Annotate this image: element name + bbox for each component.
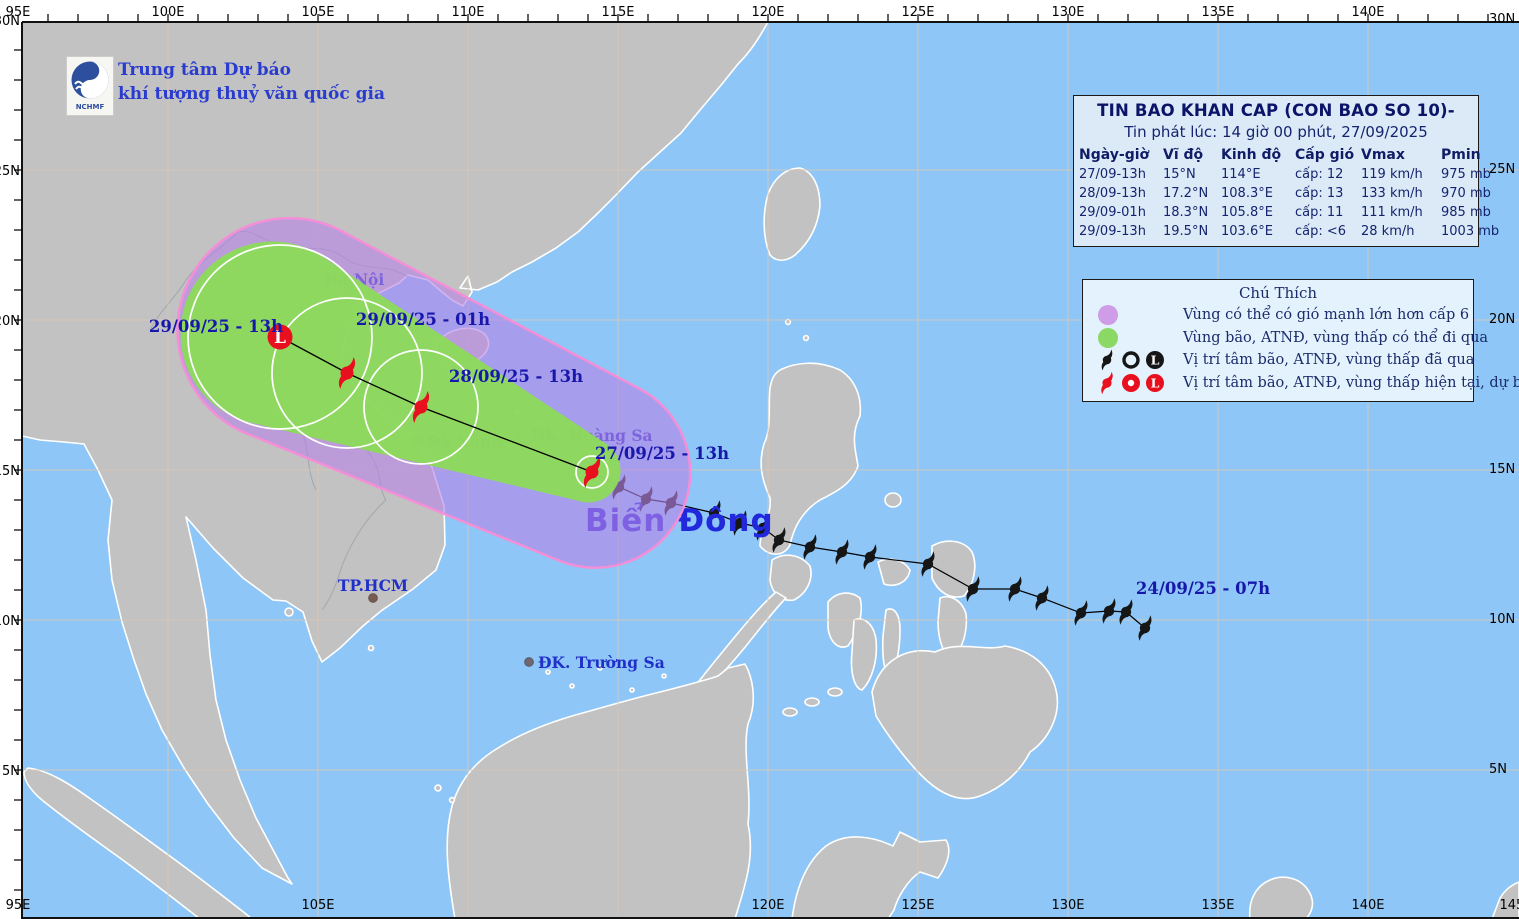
axis-label: 30N [0,14,20,29]
axis-label: 20N [0,314,20,329]
axis-label: 25N [1489,162,1515,177]
island-natuna-2 [450,798,455,803]
axis-label: 130E [1051,898,1084,913]
svg-text:NCHMF: NCHMF [76,103,105,111]
landmass-sulu-2 [805,698,819,706]
axis-label: 10N [1489,612,1515,627]
landmass-sulu-3 [828,688,842,696]
legend-item-pass-zone: Vùng bão, ATNĐ, vùng thấp có thể đi qua [1083,327,1473,350]
city-label: ĐK. Trường Sa [538,653,665,672]
legend-item-past-positions: L Vị trí tâm bão, ATNĐ, vùng thấp đã qua [1083,349,1473,372]
storm-table-col: Pmin [1441,147,1489,163]
axis-label: 100E [151,5,184,20]
axis-label: 110E [451,5,484,20]
axis-label: 120E [751,5,784,20]
legend-item-current-positions: L Vị trí tâm bão, ATNĐ, vùng thấp hiện t… [1083,372,1473,395]
current-markers-icon: L [1095,370,1169,396]
island-phu-quoc [285,608,293,616]
axis-label: 135E [1201,5,1234,20]
storm-bulletin-box: TIN BAO KHAN CAP (CON BAO SO 10)- Tin ph… [1073,95,1479,247]
axis-label: 20N [1489,312,1515,327]
axis-label: 10N [0,614,20,629]
storm-table-row: 28/09-13h17.2°N108.3°Ecấp: 13133 km/h970… [1074,186,1478,201]
agency-title-line2: khí tượng thuỷ văn quốc gia [118,82,385,106]
axis-label: 15N [1489,462,1515,477]
legend-title: Chú Thích [1083,284,1473,302]
landmass-catanduanes [885,493,901,507]
svg-text:L: L [1151,353,1160,368]
axis-label: 115E [601,5,634,20]
date-label: 29/09/25 - 01h [356,310,490,329]
storm-table-col: Ngày-giờ [1079,147,1161,163]
axis-label: 145E [1499,898,1519,913]
green-zone-icon [1095,327,1121,349]
island-natuna-1 [435,785,441,791]
date-label: 27/09/25 - 13h [595,444,729,463]
island-spratly-2 [570,684,574,688]
axis-label: 120E [751,898,784,913]
city-label: TP.HCM [338,576,408,595]
storm-table-header: Ngày-giờVĩ độKinh độCấp gióVmaxPmin [1074,147,1478,163]
agency-title-line1: Trung tâm Dự báo [118,58,385,82]
axis-label: 105E [301,5,334,20]
axis-label: 5N [1489,762,1507,777]
date-label: 28/09/25 - 13h [449,367,583,386]
past-markers-icon: L [1095,348,1169,372]
axis-label: 125E [901,898,934,913]
storm-table-col: Vmax [1361,147,1439,163]
agency-title: Trung tâm Dự báo khí tượng thuỷ văn quốc… [118,58,385,106]
date-label: 24/09/25 - 07h [1136,579,1270,598]
island-spratly-5 [662,674,666,678]
island-babuyan-2 [804,336,809,341]
storm-table-row: 29/09-01h18.3°N105.8°Ecấp: 11111 km/h985… [1074,205,1478,220]
axis-label: 5N [2,764,20,779]
purple-zone-icon [1095,304,1121,326]
island-spratly-4 [630,688,634,692]
typhoon-forecast-screen: Hà NộiĐà NẵngTP.HCMĐK. Hoàng SaĐK. Trườn… [0,0,1519,919]
landmass-sulu-1 [783,708,797,716]
storm-table-col: Kinh độ [1221,147,1293,163]
date-label: 29/09/25 - 13h [149,317,283,336]
storm-table: 27/09-13h15°N114°Ecấp: 12119 km/h975 mb 2… [1074,167,1478,239]
nchmf-logo: NCHMF [66,56,114,116]
svg-text:L: L [1151,375,1160,390]
axis-label: 140E [1351,898,1384,913]
axis-label: 130E [1051,5,1084,20]
nchmf-logo-graphic: NCHMF [67,57,113,115]
axis-label: 30N [1489,12,1515,27]
island-con-dao [369,646,374,651]
city-dot [525,658,534,667]
axis-label: 125E [901,5,934,20]
storm-table-col: Vĩ độ [1163,147,1219,163]
axis-label: 95E [6,898,31,913]
axis-label: 140E [1351,5,1384,20]
axis-label: 25N [0,164,20,179]
bulletin-title: TIN BAO KHAN CAP (CON BAO SO 10)- [1074,101,1478,120]
axis-label: 15N [0,464,20,479]
legend-box: Chú Thích Vùng có thể có gió mạnh lớn hơ… [1082,279,1474,402]
axis-label: 135E [1201,898,1234,913]
storm-table-row: 27/09-13h15°N114°Ecấp: 12119 km/h975 mb [1074,167,1478,182]
storm-table-col: Cấp gió [1295,147,1359,163]
bulletin-issued-time: Tin phát lúc: 14 giờ 00 phút, 27/09/2025 [1074,123,1478,141]
legend-item-wind-zone: Vùng có thể có gió mạnh lớn hơn cấp 6 [1083,304,1473,327]
axis-label: 105E [301,898,334,913]
storm-table-row: 29/09-13h19.5°N103.6°Ecấp: <628 km/h1003… [1074,224,1478,239]
